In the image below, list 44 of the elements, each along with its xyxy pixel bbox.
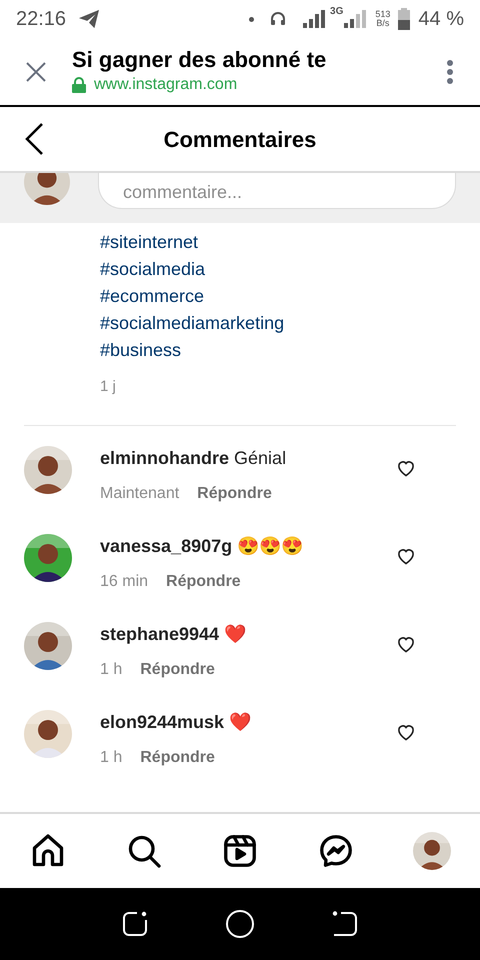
- hashtag-link[interactable]: #business: [100, 337, 182, 364]
- comment-text: stephane9944 ❤: [100, 622, 248, 646]
- comment-time: 1 h: [100, 660, 122, 680]
- hashtag-link[interactable]: #ecommerce: [100, 283, 204, 310]
- hashtag-link[interactable]: #socialmediamarketing: [100, 310, 284, 337]
- dot-icon: [249, 16, 254, 22]
- back-button[interactable]: [24, 122, 44, 156]
- battery-icon: [398, 8, 410, 30]
- search-icon[interactable]: [126, 833, 162, 869]
- hashtag-link[interactable]: #siteinternet: [100, 229, 198, 256]
- more-icon: [446, 58, 454, 84]
- home-icon[interactable]: [30, 833, 66, 869]
- reply-button[interactable]: Répondre: [140, 658, 215, 682]
- speed-unit: B/s: [376, 19, 390, 28]
- speed-value: 513: [375, 10, 390, 19]
- signal-icon: [343, 9, 368, 29]
- headset-icon: [270, 11, 286, 27]
- comment-text: vanessa_8907g 😍😍😍: [100, 534, 304, 558]
- hashtag-link[interactable]: #socialmedia: [100, 256, 206, 283]
- status-time: 22:16: [16, 7, 66, 32]
- recent-apps-icon[interactable]: [121, 910, 149, 938]
- home-button-icon[interactable]: [225, 909, 255, 939]
- reply-button[interactable]: Répondre: [140, 746, 215, 770]
- lock-icon: [72, 77, 86, 94]
- network-type: 3G: [330, 5, 344, 19]
- send-icon: [78, 9, 100, 29]
- caption-time: 1 j: [100, 377, 117, 397]
- comment-time: 16 min: [100, 572, 148, 592]
- comment-text: elon9244musk ❤: [100, 710, 252, 734]
- header-title: Commentaires: [164, 126, 316, 154]
- page-title: Si gagner des abonné te: [72, 46, 328, 74]
- reply-button[interactable]: Répondre: [197, 482, 272, 506]
- back-gesture-icon[interactable]: [331, 910, 359, 938]
- reels-icon[interactable]: [222, 833, 258, 869]
- page-url: www.instagram.com: [94, 75, 238, 96]
- comment-input-field[interactable]: commentaire...: [98, 173, 456, 209]
- battery-level: 44 %: [418, 7, 464, 32]
- comment-text: elminnohandre Génial: [100, 446, 288, 470]
- comment-time: Maintenant: [100, 484, 180, 504]
- messenger-icon[interactable]: [318, 833, 354, 869]
- close-icon: [25, 60, 47, 82]
- signal-icon: [302, 9, 326, 29]
- comment-time: 1 h: [100, 748, 122, 768]
- reply-button[interactable]: Répondre: [166, 570, 241, 594]
